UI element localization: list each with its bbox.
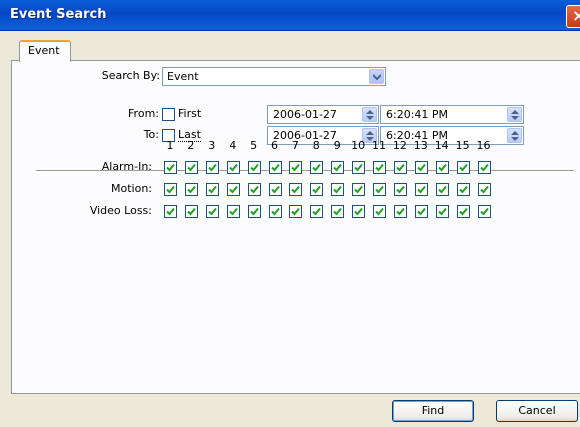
from-date-picker[interactable]: 2006-01-27	[267, 105, 379, 124]
cancel-button[interactable]: Cancel	[496, 400, 578, 422]
from-time-spinner-icon[interactable]	[507, 107, 522, 122]
tab-event-label: Event	[28, 44, 60, 57]
channel-checkbox[interactable]	[164, 205, 177, 218]
channel-checkbox[interactable]	[393, 205, 407, 218]
channel-checkbox[interactable]	[310, 205, 324, 218]
channel-checkbox[interactable]	[393, 161, 407, 174]
to-label: To:	[143, 128, 159, 141]
channel-checkbox[interactable]	[268, 183, 282, 196]
channel-checkbox[interactable]	[247, 205, 261, 218]
channel-checkbox[interactable]	[477, 161, 491, 174]
channel-number: 7	[291, 139, 299, 152]
channel-checkbox[interactable]	[414, 205, 428, 218]
search-by-value: Event	[167, 70, 199, 83]
channel-number: 6	[271, 139, 278, 152]
from-time-picker[interactable]: 6:20:41 PM	[380, 105, 524, 124]
channel-checkbox[interactable]	[205, 183, 219, 196]
channel-checkbox[interactable]	[289, 183, 303, 196]
window-title: Event Search	[10, 7, 107, 22]
channel-checkbox[interactable]	[414, 161, 428, 174]
channel-checkbox[interactable]	[456, 183, 470, 196]
channel-checkbox[interactable]	[477, 205, 491, 218]
channel-checkbox[interactable]	[435, 205, 449, 218]
channel-checkbox[interactable]	[373, 183, 386, 196]
channel-number: 10	[351, 139, 366, 152]
search-by-label: Search By:	[101, 69, 160, 82]
channel-checkbox[interactable]	[331, 205, 345, 218]
channel-checkbox[interactable]	[289, 205, 303, 218]
channel-number: 15	[455, 139, 470, 152]
to-time-spinner-icon[interactable]	[507, 128, 522, 143]
channel-number: 1	[166, 139, 174, 152]
channel-checkbox[interactable]	[289, 161, 303, 174]
window-client: Event Search By: Event From: First 2006-…	[0, 31, 580, 427]
channel-checkbox[interactable]	[331, 183, 345, 196]
channel-checkbox[interactable]	[352, 183, 366, 196]
first-checkbox[interactable]	[162, 108, 175, 121]
event-search-window: Event Search × Event Search By: Event Fr…	[0, 0, 580, 427]
channel-number: 4	[229, 139, 237, 152]
from-label: From:	[128, 107, 159, 120]
from-date-spinner-icon[interactable]	[362, 107, 377, 122]
cancel-button-label: Cancel	[518, 404, 556, 417]
close-icon: ×	[572, 6, 580, 25]
first-checkbox-label: First	[178, 107, 202, 120]
channel-checkbox[interactable]	[226, 205, 240, 218]
channel-checkbox[interactable]	[373, 205, 386, 218]
channel-checkbox[interactable]	[184, 161, 198, 174]
channel-checkbox[interactable]	[435, 183, 449, 196]
channel-checkbox[interactable]	[268, 205, 282, 218]
channel-checkbox[interactable]	[268, 161, 282, 174]
channel-checkbox[interactable]	[477, 183, 491, 196]
channel-checkbox[interactable]	[331, 161, 345, 174]
channel-checkbox[interactable]	[226, 183, 240, 196]
channel-number: 2	[187, 139, 195, 152]
channel-number: 3	[208, 139, 216, 152]
channel-checkbox[interactable]	[164, 183, 177, 196]
channel-number: 9	[333, 139, 341, 152]
from-time-value: 6:20:41 PM	[386, 108, 449, 121]
channel-checkbox[interactable]	[184, 183, 198, 196]
close-button[interactable]: ×	[566, 5, 580, 28]
channel-checkbox[interactable]	[184, 205, 198, 218]
channel-checkbox[interactable]	[373, 161, 386, 174]
channel-checkbox[interactable]	[393, 183, 407, 196]
channel-checkbox[interactable]	[310, 183, 324, 196]
tab-event[interactable]: Event	[19, 40, 71, 62]
event-row-label: Video Loss:	[89, 204, 152, 217]
channel-checkbox[interactable]	[435, 161, 449, 174]
chevron-down-icon[interactable]	[369, 69, 384, 84]
channel-number: 12	[392, 139, 407, 152]
channel-number: 11	[372, 139, 386, 152]
channel-checkbox[interactable]	[352, 161, 366, 174]
title-bar[interactable]: Event Search ×	[0, 0, 580, 31]
channel-checkbox[interactable]	[247, 161, 261, 174]
search-by-dropdown[interactable]: Event	[162, 67, 386, 86]
channel-checkbox[interactable]	[247, 183, 261, 196]
channel-checkbox[interactable]	[456, 161, 470, 174]
channel-checkbox[interactable]	[205, 205, 219, 218]
channel-number: 8	[312, 139, 320, 152]
event-row-label: Alarm-In:	[101, 160, 152, 173]
channel-number: 16	[476, 139, 491, 152]
channel-number: 5	[250, 139, 258, 152]
event-tab-panel: Search By: Event From: First 2006-01-27 …	[11, 60, 580, 394]
from-date-value: 2006-01-27	[273, 108, 337, 121]
channel-checkbox[interactable]	[205, 161, 219, 174]
find-button-label: Find	[421, 404, 445, 417]
channel-checkbox[interactable]	[310, 161, 324, 174]
channel-number: 14	[434, 139, 449, 152]
channel-checkbox[interactable]	[164, 161, 177, 174]
channel-checkbox[interactable]	[226, 161, 240, 174]
find-button[interactable]: Find	[392, 400, 474, 422]
channel-checkbox[interactable]	[456, 205, 470, 218]
channel-number: 13	[413, 139, 428, 152]
event-row-label: Motion:	[111, 182, 152, 195]
channel-checkbox[interactable]	[414, 183, 428, 196]
channel-checkbox[interactable]	[352, 205, 366, 218]
